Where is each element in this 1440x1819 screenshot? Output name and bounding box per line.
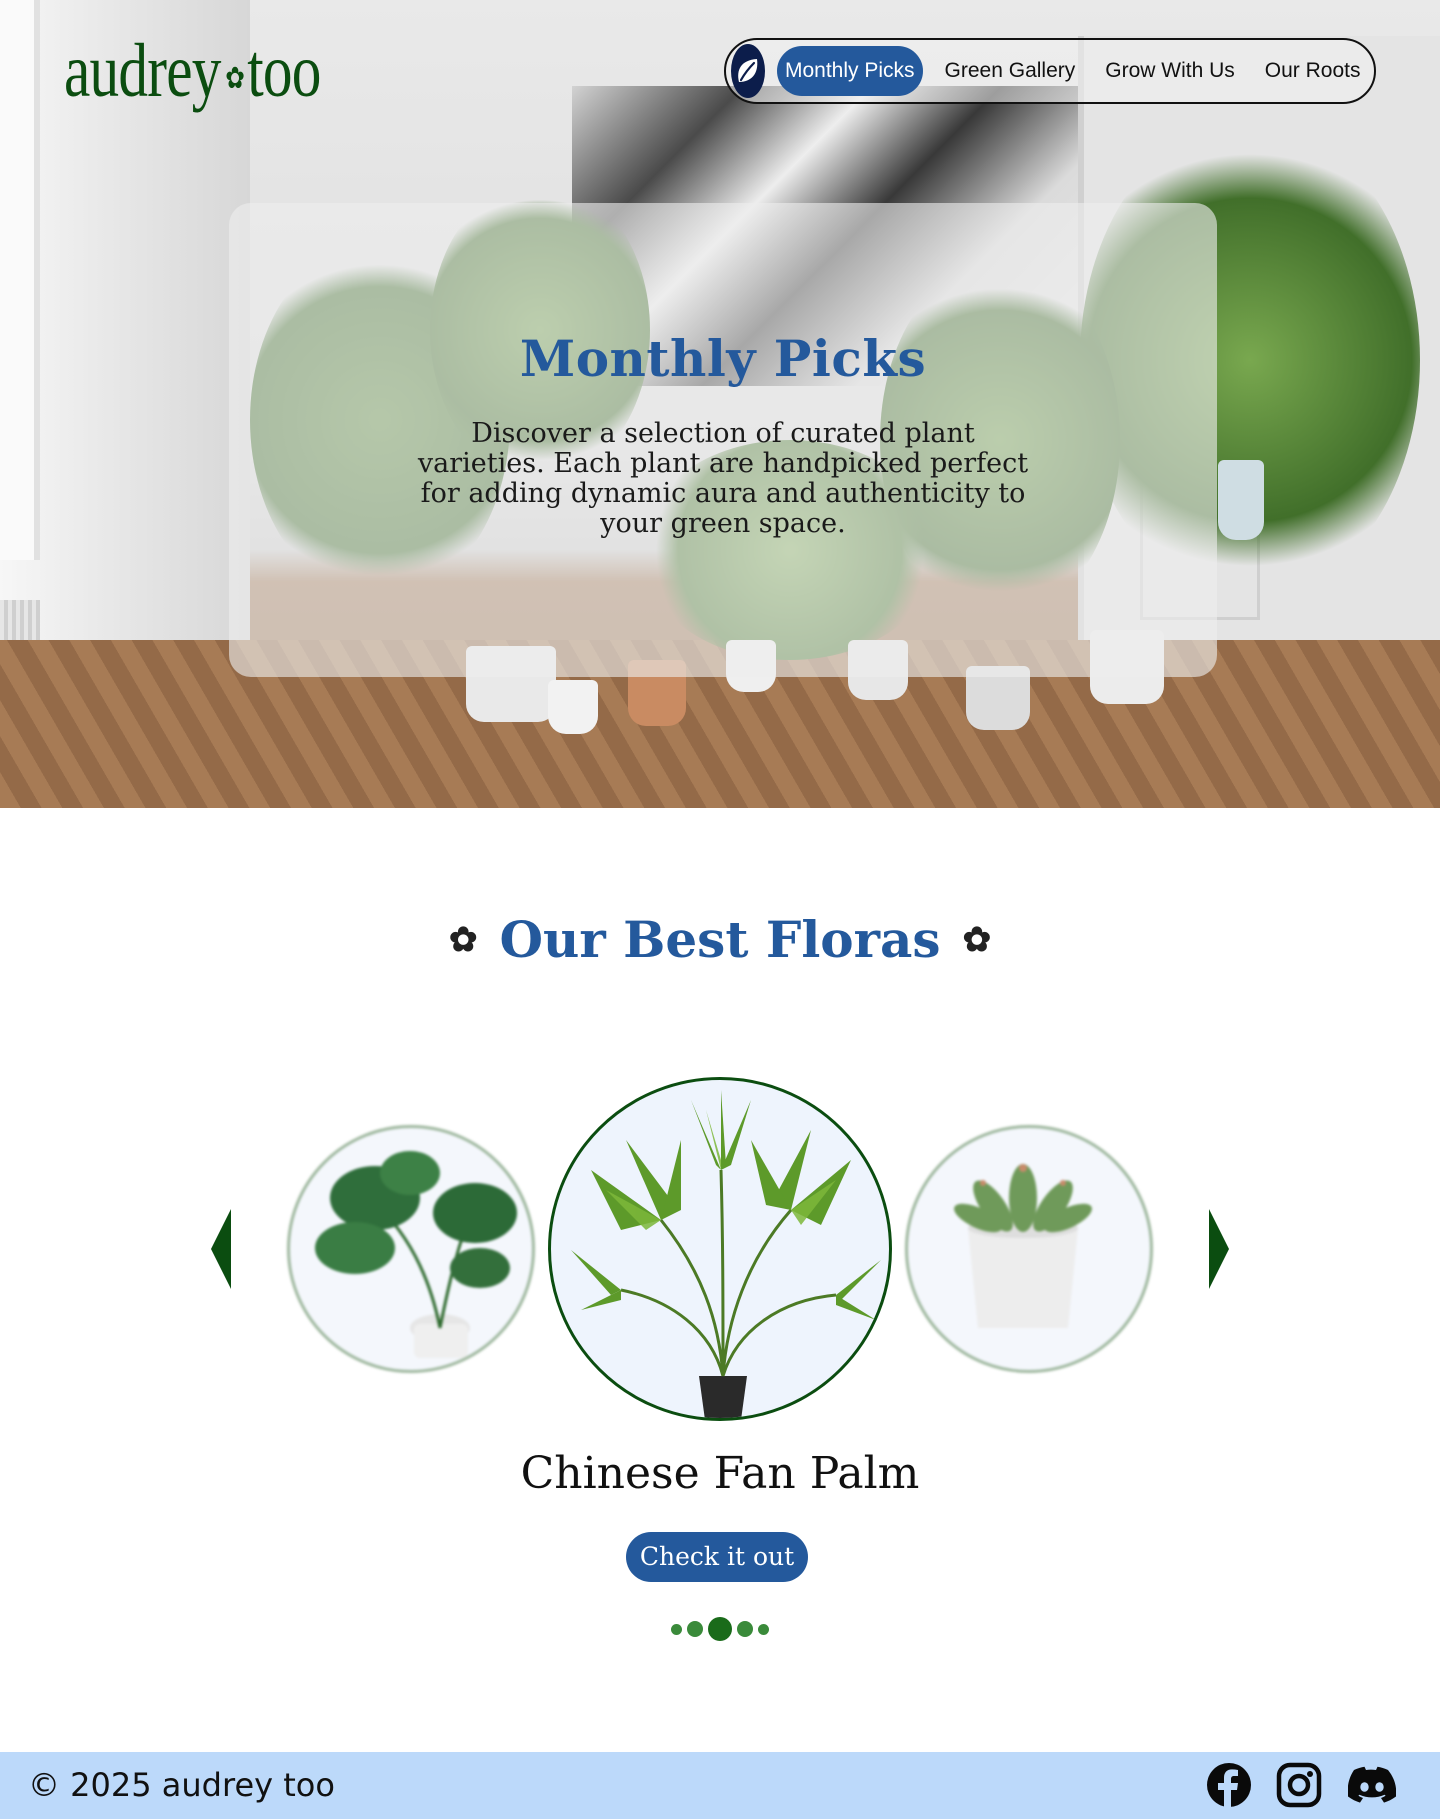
nav-item-our-roots[interactable]: Our Roots	[1257, 46, 1369, 96]
section-title: ✿ Our Best Floras ✿	[0, 910, 1440, 969]
carousel-dot[interactable]	[758, 1623, 769, 1635]
leaf-icon[interactable]	[731, 44, 765, 98]
nav-item-grow-with-us[interactable]: Grow With Us	[1097, 46, 1243, 96]
carousel-pagination	[0, 1617, 1440, 1641]
logo-text-left: audrey	[64, 29, 221, 113]
monstera-plant-icon	[315, 1151, 517, 1358]
nav-item-monthly-picks[interactable]: Monthly Picks	[777, 46, 923, 96]
carousel-item-right[interactable]	[905, 1125, 1153, 1373]
carousel-dot-active[interactable]	[708, 1617, 732, 1641]
section-title-text: Our Best Floras	[499, 910, 941, 969]
flower-icon: ✿	[225, 61, 245, 95]
hero-title: Monthly Picks	[519, 329, 927, 388]
instagram-icon[interactable]	[1276, 1762, 1322, 1808]
carousel-caption: Chinese Fan Palm	[520, 1448, 920, 1499]
hero-section: audrey ✿too Monthly Picks Green Gallery G…	[0, 0, 1440, 808]
facebook-icon[interactable]	[1206, 1762, 1252, 1808]
carousel-item-center[interactable]	[548, 1077, 892, 1421]
carousel-dot[interactable]	[687, 1621, 703, 1637]
arrow-right-icon[interactable]	[1209, 1209, 1229, 1289]
copyright-text: © 2025 audrey too	[28, 1766, 335, 1804]
hero-card: Monthly Picks Discover a selection of cu…	[229, 203, 1217, 677]
footer: © 2025 audrey too	[0, 1752, 1440, 1819]
discord-icon[interactable]	[1347, 1762, 1397, 1808]
succulent-plant-icon	[954, 1164, 1092, 1328]
carousel-dot[interactable]	[737, 1621, 753, 1637]
fan-palm-plant-icon	[571, 1090, 881, 1418]
flower-icon: ✿	[962, 919, 992, 960]
nav-item-green-gallery[interactable]: Green Gallery	[937, 46, 1084, 96]
arrow-left-icon[interactable]	[211, 1209, 231, 1289]
site-logo[interactable]: audrey ✿too	[64, 26, 321, 116]
hero-pot	[1218, 460, 1264, 540]
check-it-out-button[interactable]: Check it out	[626, 1532, 808, 1582]
flower-icon: ✿	[448, 919, 478, 960]
hero-description: Discover a selection of curated plant va…	[417, 418, 1029, 539]
hero-window	[0, 0, 40, 560]
hero-pot	[548, 680, 598, 734]
logo-text-right: too	[247, 29, 321, 113]
carousel-item-left[interactable]	[287, 1125, 535, 1373]
carousel-dot[interactable]	[671, 1623, 682, 1635]
main-nav: Monthly Picks Green Gallery Grow With Us…	[724, 38, 1376, 104]
